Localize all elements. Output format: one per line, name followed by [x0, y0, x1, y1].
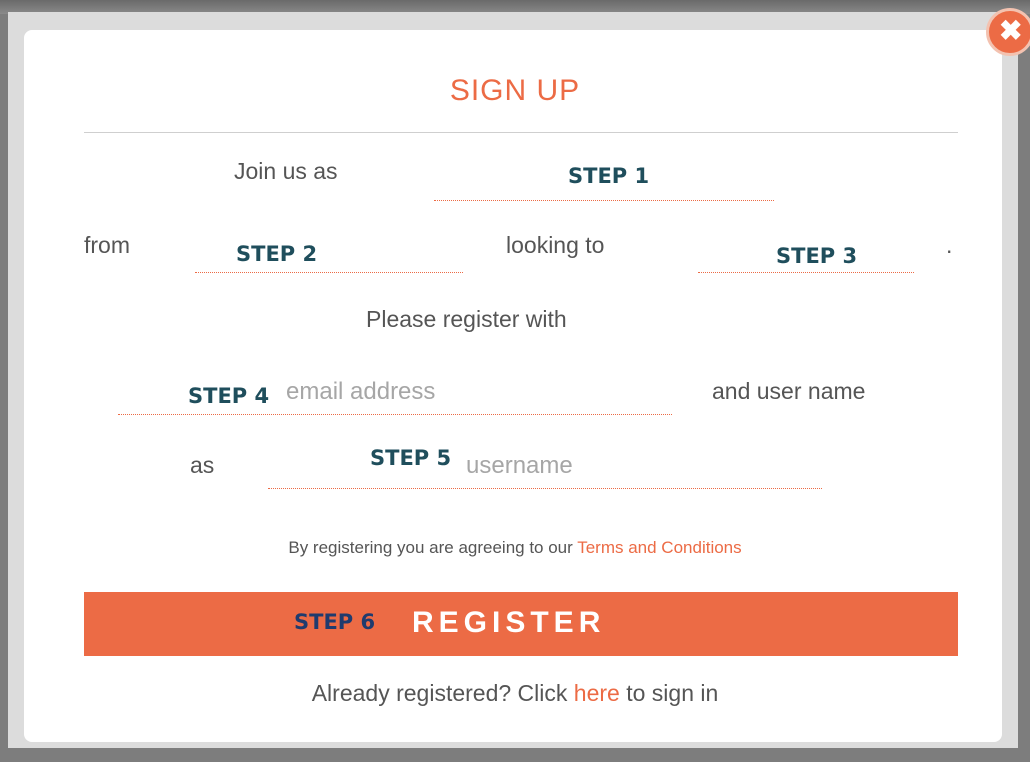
- register-button-label: REGISTER: [412, 606, 606, 639]
- step-5-label: STEP 5: [370, 446, 452, 470]
- close-button[interactable]: ✖: [986, 8, 1030, 56]
- please-register-with-label: Please register with: [366, 306, 567, 332]
- username-placeholder: username: [466, 452, 573, 479]
- terms-notice: By registering you are agreeing to our T…: [0, 538, 1030, 558]
- email-placeholder: email address: [286, 378, 436, 405]
- step-3-label: STEP 3: [776, 244, 858, 268]
- close-icon: ✖: [999, 15, 1023, 46]
- terms-prefix: By registering you are agreeing to our: [288, 538, 578, 557]
- register-button[interactable]: STEP 6 REGISTER: [84, 592, 958, 656]
- and-user-name-label: and user name: [712, 378, 866, 404]
- signin-prompt: Already registered? Click here to sign i…: [0, 680, 1030, 707]
- as-label: as: [190, 452, 215, 478]
- modal-title: SIGN UP: [449, 74, 581, 107]
- signin-link[interactable]: here: [574, 680, 620, 706]
- signin-suffix: to sign in: [619, 680, 719, 706]
- step-6-label: STEP 6: [294, 610, 376, 634]
- step-2-label: STEP 2: [236, 242, 318, 266]
- signin-prefix: Already registered? Click: [311, 680, 574, 706]
- sentence-period: .: [946, 232, 953, 258]
- join-us-as-label: Join us as: [234, 158, 338, 184]
- step-1-label: STEP 1: [568, 164, 650, 188]
- step-4-label: STEP 4: [188, 384, 270, 408]
- looking-to-label: looking to: [506, 232, 605, 258]
- title-divider: [84, 132, 958, 133]
- terms-link[interactable]: Terms and Conditions: [577, 538, 741, 557]
- from-label: from: [84, 232, 130, 258]
